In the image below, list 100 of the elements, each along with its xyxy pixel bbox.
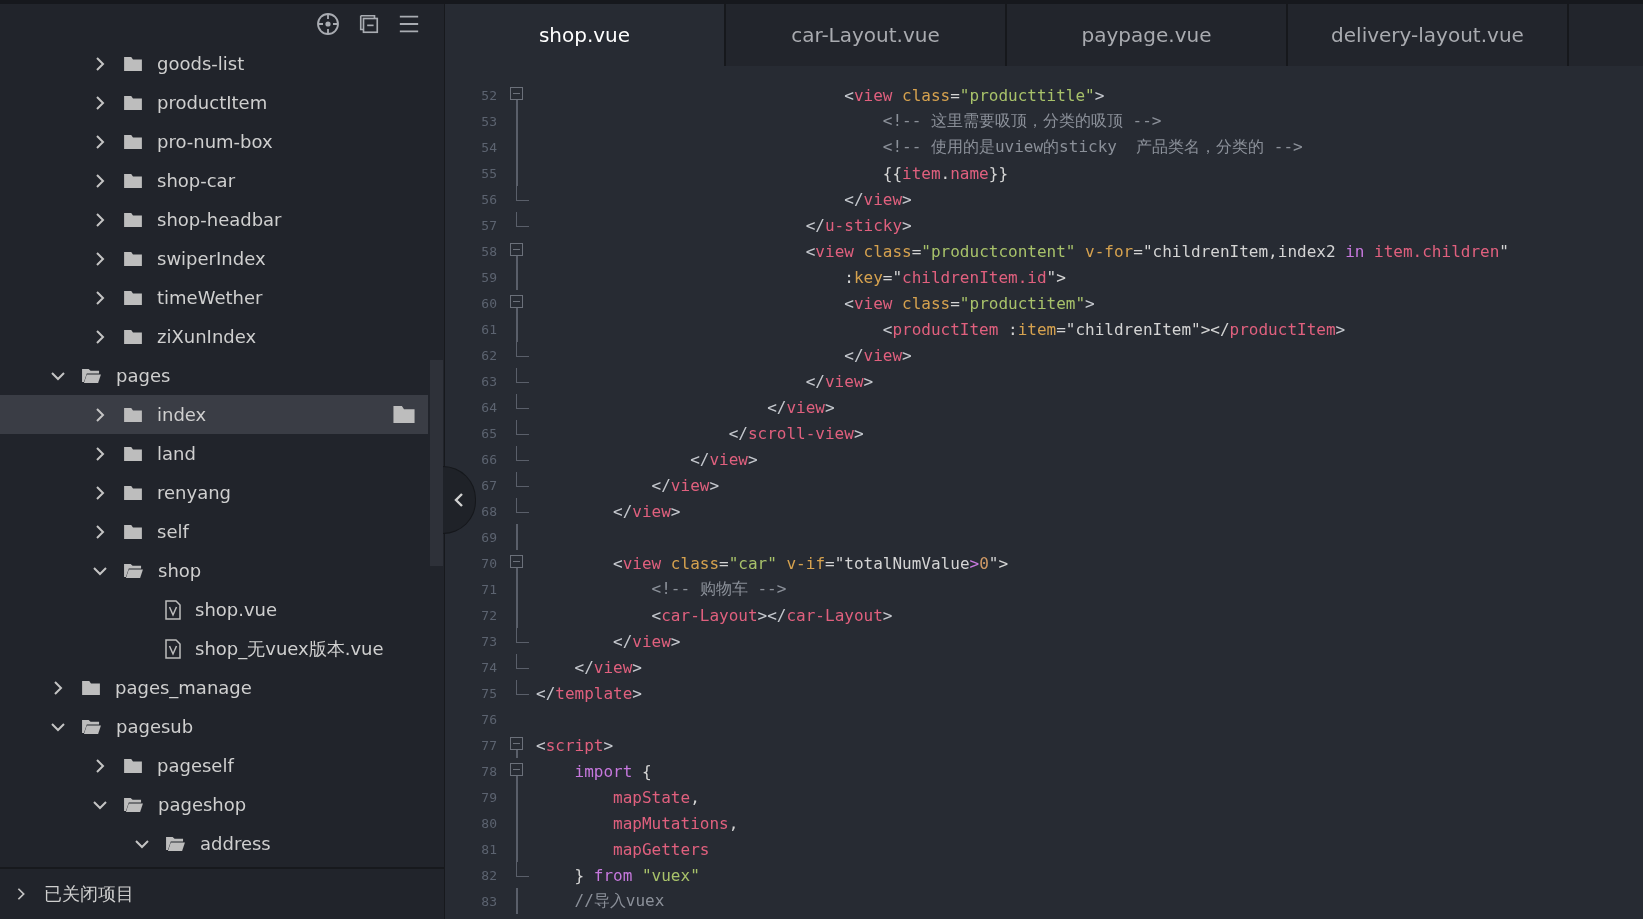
tree-item-label: index <box>157 404 207 425</box>
code-line: } from "vuex" <box>573 865 700 885</box>
tree-item-label: address <box>200 833 271 854</box>
fold-guide <box>516 680 529 695</box>
tree-item[interactable]: shop <box>0 551 428 590</box>
locate-icon[interactable] <box>316 12 340 36</box>
code-line: {{item.name}} <box>881 163 1008 183</box>
line-number: 73 <box>480 633 497 649</box>
tree-item[interactable]: swiperIndex <box>0 239 428 278</box>
open-folder-icon <box>81 718 102 735</box>
fold-toggle[interactable] <box>510 763 523 776</box>
tree-item[interactable]: goods-list <box>0 44 428 83</box>
folder-icon[interactable] <box>392 405 416 424</box>
code-line: :key="childrenItem.id"> <box>843 267 1066 287</box>
line-number: 69 <box>480 529 497 545</box>
line-number: 52 <box>480 87 497 103</box>
tree-item[interactable]: shop-car <box>0 161 428 200</box>
code-line: <view class="car" v-if="totalNumValue>0"> <box>612 553 1009 573</box>
tree-item[interactable]: address <box>0 824 428 863</box>
line-number: 68 <box>480 503 497 519</box>
editor-tab[interactable]: paypage.vue <box>1007 4 1288 66</box>
collapse-all-icon[interactable] <box>358 13 380 35</box>
code-line: </view> <box>650 475 720 495</box>
folder-icon <box>123 445 143 462</box>
folder-icon <box>123 328 143 345</box>
code-line: </view> <box>612 631 681 651</box>
fold-guide <box>516 750 518 758</box>
tree-item[interactable]: shop.vue <box>0 590 428 629</box>
tree-item[interactable]: pages_manage <box>0 668 428 707</box>
folder-icon <box>123 55 143 72</box>
tree-item[interactable]: pageself <box>0 746 428 785</box>
closed-projects-item[interactable]: 已关闭项目 <box>0 867 444 919</box>
tree-item[interactable]: pagesub <box>0 707 428 746</box>
tree-item-label: pro-num-box <box>157 131 273 152</box>
line-number: 58 <box>480 243 497 259</box>
line-number: 80 <box>480 815 497 831</box>
code-line: </scroll-view> <box>727 423 864 443</box>
line-number: 63 <box>480 373 497 389</box>
tree-item[interactable]: renyang <box>0 473 428 512</box>
fold-toggle[interactable] <box>510 295 523 308</box>
fold-guide <box>516 446 529 461</box>
code-line: <view class="producttitle"> <box>843 85 1105 105</box>
tree-item[interactable]: self <box>0 512 428 551</box>
line-number: 71 <box>480 581 497 597</box>
fold-toggle[interactable] <box>510 87 523 100</box>
scrollbar[interactable] <box>430 360 443 566</box>
line-number: 72 <box>480 607 497 623</box>
folder-icon <box>123 211 143 228</box>
tree-item-label: shop.vue <box>195 599 278 620</box>
line-number: 59 <box>480 269 497 285</box>
tree-item[interactable]: index <box>0 395 428 434</box>
fold-guide <box>516 368 529 383</box>
fold-toggle[interactable] <box>510 555 523 568</box>
editor-tab[interactable]: car-Layout.vue <box>726 4 1007 66</box>
line-number: 75 <box>480 685 497 701</box>
tree-item[interactable]: pro-num-box <box>0 122 428 161</box>
fold-guide <box>516 524 518 550</box>
fold-guide <box>516 420 529 435</box>
fold-toggle[interactable] <box>510 737 523 750</box>
tree-item-label: timeWether <box>157 287 263 308</box>
line-number: 83 <box>480 893 497 909</box>
tree-item[interactable]: timeWether <box>0 278 428 317</box>
tree-item[interactable]: pages <box>0 356 428 395</box>
vue-file-icon <box>165 599 181 620</box>
tree-item-label: shop_无vuex版本.vue <box>195 636 384 661</box>
tree-item[interactable]: land <box>0 434 428 473</box>
tree-item[interactable]: pageshop <box>0 785 428 824</box>
menu-icon[interactable] <box>398 13 420 35</box>
code-line: mapGetters <box>612 839 710 859</box>
editor-tab[interactable]: shop.vue <box>445 4 726 66</box>
open-folder-icon <box>165 835 186 852</box>
folder-icon <box>123 133 143 150</box>
line-number: 74 <box>480 659 497 675</box>
tree-item[interactable]: shop-headbar <box>0 200 428 239</box>
line-number: 64 <box>480 399 497 415</box>
line-number: 61 <box>480 321 497 337</box>
code-line: </view> <box>843 189 912 209</box>
line-number: 65 <box>480 425 497 441</box>
line-number: 57 <box>480 217 497 233</box>
code-line: </view> <box>843 345 912 365</box>
vue-file-icon <box>165 638 181 659</box>
tree-item-label: productItem <box>157 92 268 113</box>
code-line: </view> <box>612 501 681 521</box>
fold-toggle[interactable] <box>510 243 523 256</box>
code-line: <view class="productitem"> <box>843 293 1095 313</box>
tree-item[interactable]: productItem <box>0 83 428 122</box>
open-folder-icon <box>123 796 144 813</box>
tree-item-label: pages_manage <box>115 677 252 698</box>
tree-item[interactable]: ziXunIndex <box>0 317 428 356</box>
editor-tab[interactable]: delivery-layout.vue <box>1288 4 1569 66</box>
folder-icon <box>123 172 143 189</box>
tree-item[interactable]: shop_无vuex版本.vue <box>0 629 428 668</box>
code-line: //导入vuex <box>573 890 665 912</box>
code-line: <!-- 购物车 --> <box>650 578 787 600</box>
line-number: 70 <box>480 555 497 571</box>
folder-icon <box>81 679 101 696</box>
fold-guide <box>516 212 529 227</box>
code-line: <!-- 这里需要吸顶，分类的吸顶 --> <box>881 110 1162 132</box>
tree-item-label: pages <box>116 365 171 386</box>
line-number: 60 <box>480 295 497 311</box>
